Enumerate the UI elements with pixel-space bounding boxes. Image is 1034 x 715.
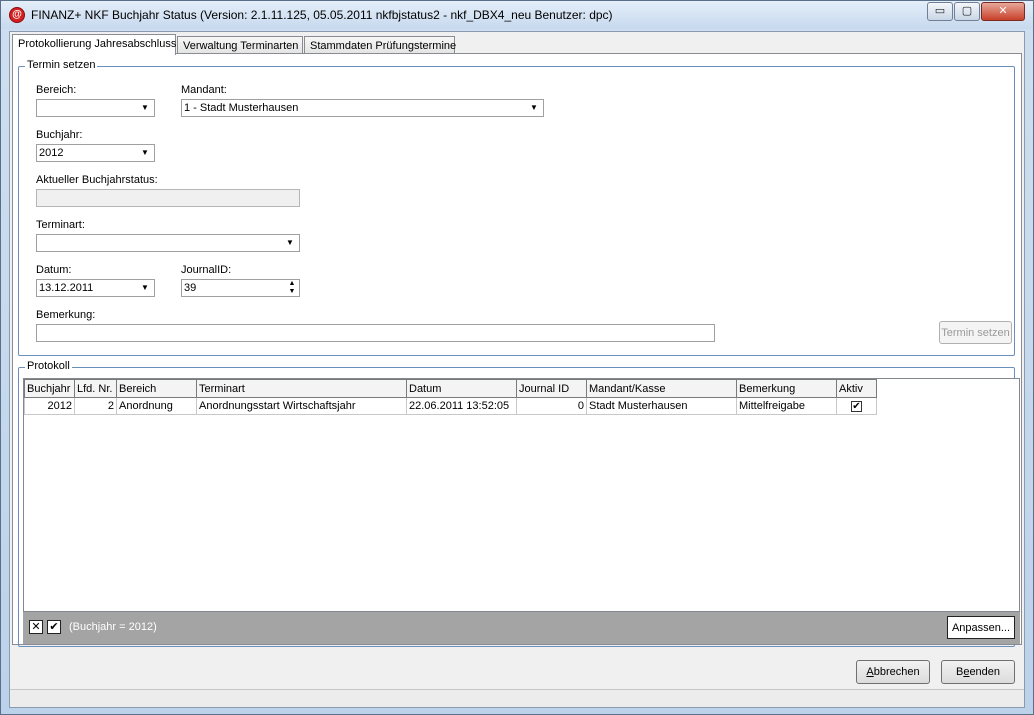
- beenden-button[interactable]: Beenden: [941, 660, 1015, 684]
- filter-bar: ✕ ✔ (Buchjahr = 2012) Anpassen...: [23, 612, 1020, 644]
- bemerkung-field[interactable]: [36, 324, 715, 342]
- mandant-dropdown[interactable]: 1 - Stadt Musterhausen ▼: [181, 99, 544, 117]
- terminart-dropdown[interactable]: ▼: [36, 234, 300, 252]
- spin-down-icon[interactable]: ▼: [286, 288, 298, 296]
- column-header-buchjahr[interactable]: Buchjahr: [24, 379, 75, 398]
- filter-clear-icon[interactable]: ✕: [29, 620, 43, 634]
- minimize-button[interactable]: ▭: [927, 2, 953, 21]
- buchjahrstatus-field: [36, 189, 300, 207]
- table-header-row: Buchjahr Lfd. Nr. Bereich Terminart Datu…: [24, 379, 877, 398]
- chevron-down-icon: ▼: [141, 283, 149, 292]
- abbrechen-accelerator: A: [866, 666, 874, 678]
- column-header-bereich[interactable]: Bereich: [116, 379, 197, 398]
- column-header-bemerkung[interactable]: Bemerkung: [736, 379, 837, 398]
- beenden-label-rest: enden: [969, 666, 1001, 678]
- tab-stammdaten-pruefungstermine[interactable]: Stammdaten Prüfungstermine: [304, 36, 456, 54]
- protokoll-legend: Protokoll: [25, 360, 72, 372]
- termin-setzen-button[interactable]: Termin setzen: [939, 321, 1012, 344]
- cell-bemerkung[interactable]: Mittelfreigabe: [736, 397, 837, 415]
- termin-setzen-group: Termin setzen Bereich: ▼ Mandant: 1 - St…: [18, 59, 1015, 356]
- journalid-stepper[interactable]: 39 ▲ ▼: [181, 279, 300, 297]
- title-bar[interactable]: @ FINANZ+ NKF Buchjahr Status (Version: …: [1, 1, 1033, 29]
- cell-terminart[interactable]: Anordnungsstart Wirtschaftsjahr: [196, 397, 407, 415]
- protokoll-table: Buchjahr Lfd. Nr. Bereich Terminart Datu…: [24, 379, 877, 415]
- datum-label: Datum:: [36, 264, 72, 276]
- mandant-value: 1 - Stadt Musterhausen: [184, 102, 299, 114]
- buchjahr-label: Buchjahr:: [36, 129, 83, 141]
- filter-expression[interactable]: (Buchjahr = 2012): [69, 621, 157, 633]
- column-header-datum[interactable]: Datum: [406, 379, 517, 398]
- chevron-down-icon: ▼: [141, 103, 149, 112]
- chevron-down-icon: ▼: [286, 238, 294, 247]
- cell-mandant[interactable]: Stadt Musterhausen: [586, 397, 737, 415]
- bereich-label: Bereich:: [36, 84, 77, 96]
- journalid-label: JournalID:: [181, 264, 232, 276]
- app-logo-icon: @: [9, 7, 25, 23]
- datum-picker[interactable]: 13.12.2011 ▼: [36, 279, 155, 297]
- buchjahrstatus-label: Aktueller Buchjahrstatus:: [36, 174, 158, 186]
- abbrechen-button[interactable]: Abbrechen: [856, 660, 930, 684]
- mandant-label: Mandant:: [181, 84, 227, 96]
- spin-buttons[interactable]: ▲ ▼: [286, 280, 298, 296]
- cell-journal-id[interactable]: 0: [516, 397, 587, 415]
- column-header-journal-id[interactable]: Journal ID: [516, 379, 587, 398]
- tab-protokollierung[interactable]: Protokollierung Jahresabschluss: [12, 34, 176, 55]
- anpassen-button[interactable]: Anpassen...: [947, 616, 1015, 639]
- abbrechen-label-rest: bbrechen: [873, 666, 920, 678]
- status-bar: [10, 689, 1024, 707]
- maximize-button[interactable]: ▢: [954, 2, 980, 21]
- cell-aktiv[interactable]: ✔: [836, 397, 877, 415]
- column-header-mandant-kasse[interactable]: Mandant/Kasse: [586, 379, 737, 398]
- spin-up-icon[interactable]: ▲: [286, 280, 298, 288]
- tab-verwaltung-terminarten[interactable]: Verwaltung Terminarten: [177, 36, 303, 54]
- protokoll-grid[interactable]: Buchjahr Lfd. Nr. Bereich Terminart Datu…: [23, 378, 1020, 612]
- chevron-down-icon: ▼: [141, 148, 149, 157]
- chevron-down-icon: ▼: [530, 103, 538, 112]
- window-title: FINANZ+ NKF Buchjahr Status (Version: 2.…: [31, 8, 613, 22]
- cell-lfd-nr[interactable]: 2: [74, 397, 117, 415]
- tab-panel-protokollierung: Termin setzen Bereich: ▼ Mandant: 1 - St…: [12, 53, 1022, 647]
- main-window: @ FINANZ+ NKF Buchjahr Status (Version: …: [0, 0, 1034, 715]
- cell-buchjahr[interactable]: 2012: [24, 397, 75, 415]
- column-header-terminart[interactable]: Terminart: [196, 379, 407, 398]
- filter-toggle-checkbox[interactable]: ✔: [47, 620, 61, 634]
- terminart-label: Terminart:: [36, 219, 85, 231]
- termin-setzen-legend: Termin setzen: [25, 59, 98, 71]
- table-row[interactable]: 2012 2 Anordnung Anordnungsstart Wirtsch…: [24, 397, 877, 415]
- bereich-dropdown[interactable]: ▼: [36, 99, 155, 117]
- column-header-aktiv[interactable]: Aktiv: [836, 379, 877, 398]
- buchjahr-dropdown[interactable]: 2012 ▼: [36, 144, 155, 162]
- close-window-button[interactable]: ✕: [981, 2, 1025, 21]
- cell-datum[interactable]: 22.06.2011 13:52:05: [406, 397, 517, 415]
- cell-bereich[interactable]: Anordnung: [116, 397, 197, 415]
- bemerkung-label: Bemerkung:: [36, 309, 96, 321]
- client-area: Protokollierung Jahresabschluss Verwaltu…: [9, 31, 1025, 708]
- protokoll-group: Protokoll Buchjahr Lfd. Nr. Bereich Term…: [18, 360, 1020, 647]
- journalid-value: 39: [184, 282, 197, 294]
- column-header-lfd-nr[interactable]: Lfd. Nr.: [74, 379, 117, 398]
- aktiv-checkbox[interactable]: ✔: [851, 401, 862, 412]
- buchjahr-value: 2012: [39, 147, 64, 159]
- datum-value: 13.12.2011: [39, 282, 94, 294]
